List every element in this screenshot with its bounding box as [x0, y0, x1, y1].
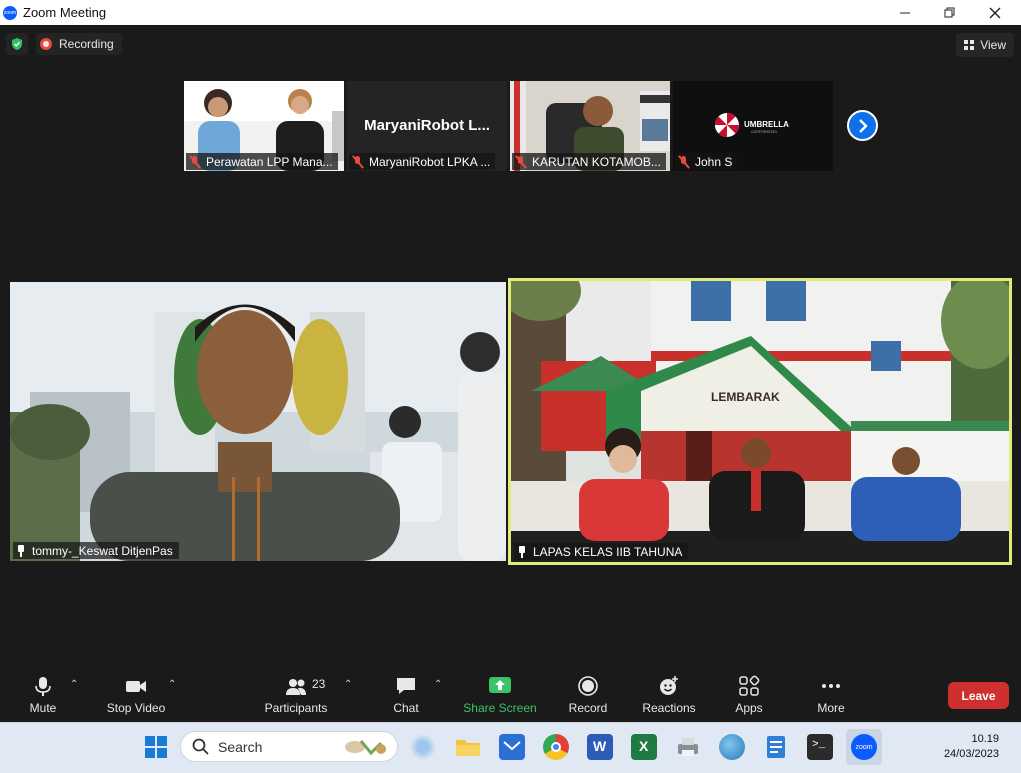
- participant-thumbnail[interactable]: Perawatan LPP Mana...: [184, 81, 344, 171]
- participant-thumbnail[interactable]: MaryaniRobot L... MaryaniRobot LPKA ...: [347, 81, 507, 171]
- maps-globe-icon[interactable]: [719, 734, 745, 760]
- share-screen-button[interactable]: Share Screen: [462, 665, 538, 722]
- participants-options-caret-icon[interactable]: ⌃: [344, 679, 352, 690]
- participant-name: John S: [675, 153, 738, 170]
- close-icon: [989, 7, 1001, 18]
- participant-thumbnail[interactable]: KARUTAN KOTAMOB...: [510, 81, 670, 171]
- search-highlight-icon: [345, 739, 386, 755]
- mic-muted-icon: [188, 155, 202, 169]
- terminal-app-icon[interactable]: >_: [807, 734, 833, 760]
- apps-button[interactable]: Apps: [730, 665, 768, 722]
- printer-app-icon[interactable]: [675, 734, 701, 760]
- maximize-button[interactable]: [927, 0, 973, 25]
- security-shield-icon[interactable]: [6, 33, 28, 55]
- recording-indicator[interactable]: Recording: [36, 33, 122, 55]
- reactions-button[interactable]: Reactions: [640, 665, 698, 722]
- view-label: View: [980, 38, 1006, 52]
- recording-label: Recording: [59, 37, 114, 51]
- taskbar-search[interactable]: Search: [180, 731, 398, 762]
- video-camera-icon: [126, 681, 146, 692]
- chrome-browser-icon[interactable]: [543, 734, 569, 760]
- participant-name: KARUTAN KOTAMOB...: [512, 153, 666, 170]
- minimize-icon: [900, 12, 910, 13]
- more-button[interactable]: More: [811, 665, 851, 722]
- notepad-app-icon[interactable]: [763, 734, 789, 760]
- mic-muted-icon: [514, 155, 528, 169]
- next-page-button[interactable]: [847, 110, 878, 141]
- file-explorer-icon[interactable]: [455, 734, 481, 760]
- record-button[interactable]: Record: [566, 665, 610, 722]
- video-tile-active-speaker[interactable]: LEMBARAK LAPAS KELAS IIB TAHUNA: [508, 278, 1012, 565]
- participant-video: [10, 282, 506, 561]
- participant-name: LAPAS KELAS IIB TAHUNA: [514, 543, 689, 560]
- windows-taskbar: Search W X >_ zoom 10.19 24/03/2023: [0, 722, 1021, 773]
- reactions-smiley-icon: [660, 676, 678, 695]
- chat-icon: [397, 678, 415, 694]
- participant-thumbnail[interactable]: UMBRELLA CORPORATION John S: [673, 81, 833, 171]
- video-tile-speaker[interactable]: tommy-_Keswat DitjenPas: [10, 282, 506, 561]
- view-button[interactable]: View: [956, 33, 1014, 57]
- window-titlebar: zoom Zoom Meeting: [0, 0, 1021, 25]
- participant-display-name: MaryaniRobot L...: [364, 117, 490, 134]
- spotlight-pin-icon: [517, 545, 527, 558]
- windows-start-icon[interactable]: [145, 736, 167, 763]
- zoom-logo-icon: zoom: [3, 5, 17, 20]
- participants-button[interactable]: Participants: [262, 665, 330, 722]
- share-screen-icon: [489, 677, 511, 693]
- participant-name: Perawatan LPP Mana...: [186, 153, 338, 170]
- restore-icon: [944, 7, 955, 17]
- building-sign-text: LEMBARAK: [711, 390, 780, 404]
- mic-muted-icon: [351, 155, 365, 169]
- participant-name: MaryaniRobot LPKA ...: [349, 153, 496, 170]
- mic-muted-icon: [677, 155, 691, 169]
- participants-count: 23: [312, 677, 326, 691]
- zoom-taskbar-icon[interactable]: zoom: [846, 729, 882, 765]
- apps-icon: [739, 675, 760, 696]
- chat-button[interactable]: Chat: [386, 665, 426, 722]
- mail-app-icon[interactable]: [499, 734, 525, 760]
- participant-video: LEMBARAK: [511, 281, 1009, 562]
- word-app-icon[interactable]: W: [587, 734, 613, 760]
- video-options-caret-icon[interactable]: ⌃: [168, 679, 176, 690]
- svg-text:UMBRELLA: UMBRELLA: [744, 120, 789, 129]
- participant-name: tommy-_Keswat DitjenPas: [13, 542, 179, 559]
- close-button[interactable]: [972, 0, 1018, 25]
- microphone-icon: [35, 677, 51, 696]
- meeting-controls: Mute ⌃ Stop Video ⌃ Participants 23 ⌃ Ch…: [0, 665, 1021, 722]
- window-title: Zoom Meeting: [23, 5, 107, 20]
- clock-date: 24/03/2023: [943, 748, 999, 760]
- chat-options-caret-icon[interactable]: ⌃: [434, 679, 442, 690]
- grid-view-icon: [964, 40, 975, 50]
- chevron-right-icon: [858, 118, 868, 133]
- svg-text:CORPORATION: CORPORATION: [751, 130, 777, 134]
- system-clock[interactable]: 10.19 24/03/2023: [944, 732, 999, 762]
- search-icon: [192, 738, 209, 755]
- mute-button[interactable]: Mute: [22, 665, 64, 722]
- settings-gear-icon[interactable]: [410, 734, 436, 760]
- spotlight-pin-icon: [16, 544, 26, 557]
- mute-options-caret-icon[interactable]: ⌃: [70, 679, 78, 690]
- participants-icon: [286, 679, 306, 695]
- record-icon: [578, 676, 598, 696]
- meeting-topbar: Recording View: [0, 25, 1021, 65]
- excel-app-icon[interactable]: X: [631, 734, 657, 760]
- stop-video-button[interactable]: Stop Video: [100, 665, 172, 722]
- minimize-button[interactable]: [882, 0, 928, 25]
- clock-time: 10.19: [971, 733, 999, 745]
- more-dots-icon: [822, 684, 840, 688]
- leave-button[interactable]: Leave: [948, 682, 1009, 709]
- recording-dot-icon: [40, 38, 52, 50]
